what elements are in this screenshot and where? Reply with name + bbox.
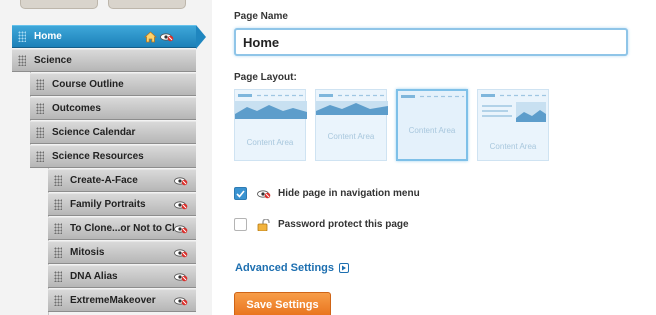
- sidebar-item-label: Science Calendar: [52, 127, 136, 138]
- page-name-input[interactable]: [234, 28, 628, 56]
- layout-thumbnail-icon: [481, 94, 546, 122]
- drag-handle-icon[interactable]: [54, 271, 62, 282]
- hidden-eye-icon[interactable]: [174, 176, 188, 186]
- sidebar-item-family-portraits[interactable]: Family Portraits: [48, 193, 196, 216]
- layout-option-2[interactable]: Content Area: [315, 89, 388, 161]
- advanced-settings-label: Advanced Settings: [235, 262, 335, 274]
- drag-handle-icon[interactable]: [18, 31, 26, 42]
- sidebar-item-extrememakeover[interactable]: ExtremeMakeover: [48, 289, 196, 312]
- hidden-eye-icon: [257, 189, 271, 198]
- selected-arrow-indicator: [196, 25, 206, 49]
- arrow-right-icon: [339, 263, 350, 273]
- page-tree-sidebar: Home Science Course Outline Outcomes Sci…: [0, 0, 212, 315]
- drag-handle-icon[interactable]: [36, 127, 44, 138]
- hidden-eye-icon[interactable]: [174, 296, 188, 306]
- checkmark-icon: [236, 189, 245, 198]
- drag-handle-icon[interactable]: [54, 199, 62, 210]
- content-area-label: Content Area: [489, 142, 537, 151]
- sidebar-item-label: Home: [34, 31, 62, 42]
- hidden-eye-icon[interactable]: [174, 200, 188, 210]
- sidebar-top-tab[interactable]: [108, 0, 186, 9]
- sidebar-top-tab[interactable]: [20, 0, 98, 9]
- hide-page-checkbox[interactable]: [234, 187, 247, 200]
- sidebar-item-home[interactable]: Home: [12, 25, 196, 48]
- sidebar-item-label: DNA Alias: [70, 271, 118, 282]
- hidden-eye-icon[interactable]: [160, 32, 174, 42]
- hidden-eye-icon[interactable]: [174, 248, 188, 258]
- password-checkbox[interactable]: [234, 218, 247, 231]
- drag-handle-icon[interactable]: [54, 223, 62, 234]
- sidebar-item-outcomes[interactable]: Outcomes: [30, 97, 196, 120]
- hide-page-option: Hide page in navigation menu: [234, 187, 420, 200]
- drag-handle-icon[interactable]: [36, 103, 44, 114]
- page-name-label: Page Name: [234, 11, 288, 22]
- sidebar-item-create-a-face[interactable]: Create-A-Face: [48, 169, 196, 192]
- home-icon: [144, 30, 157, 42]
- drag-handle-icon[interactable]: [54, 295, 62, 306]
- sidebar-item-label: To Clone...or Not to Clone: [70, 223, 174, 234]
- layout-option-1[interactable]: Content Area: [234, 89, 307, 161]
- hidden-eye-icon[interactable]: [174, 224, 188, 234]
- sidebar-item-label: Mitosis: [70, 247, 105, 258]
- sidebar-item-label: Outcomes: [52, 103, 101, 114]
- layout-thumbnail-icon: [235, 94, 307, 119]
- page-layout-label: Page Layout:: [234, 72, 297, 83]
- sidebar-item-label: Family Portraits: [70, 199, 146, 210]
- lock-icon: [257, 218, 270, 231]
- sidebar-item-science-resources[interactable]: Science Resources: [30, 145, 196, 168]
- layout-option-3[interactable]: Content Area: [396, 89, 468, 161]
- hide-page-label: Hide page in navigation menu: [278, 188, 420, 199]
- sidebar-item-to-clone[interactable]: To Clone...or Not to Clone: [48, 217, 196, 240]
- sidebar-item-science-calendar[interactable]: Science Calendar: [30, 121, 196, 144]
- drag-handle-icon[interactable]: [54, 247, 62, 258]
- sidebar-item-science[interactable]: Science: [12, 49, 196, 72]
- layout-thumbnail-icon: [316, 94, 388, 115]
- content-area-label: Content Area: [327, 132, 375, 141]
- sidebar-item-label: Science: [34, 55, 72, 66]
- hidden-eye-icon[interactable]: [174, 272, 188, 282]
- layout-option-4[interactable]: Content Area: [477, 89, 549, 161]
- drag-handle-icon[interactable]: [18, 55, 26, 66]
- password-option: Password protect this page: [234, 218, 409, 231]
- password-label: Password protect this page: [278, 219, 409, 230]
- drag-handle-icon[interactable]: [36, 151, 44, 162]
- sidebar-item-dna-alias[interactable]: DNA Alias: [48, 265, 196, 288]
- drag-handle-icon[interactable]: [54, 175, 62, 186]
- save-settings-button[interactable]: Save Settings: [234, 292, 331, 315]
- content-area-label: Content Area: [246, 138, 294, 147]
- drag-handle-icon[interactable]: [36, 79, 44, 90]
- sidebar-item-mitosis[interactable]: Mitosis: [48, 241, 196, 264]
- content-area-label: Content Area: [408, 126, 456, 135]
- sidebar-item-label: Science Resources: [52, 151, 144, 162]
- advanced-settings-link[interactable]: Advanced Settings: [235, 262, 350, 274]
- sidebar-item-course-outline[interactable]: Course Outline: [30, 73, 196, 96]
- sidebar-item-label: Course Outline: [52, 79, 124, 90]
- sidebar-item-label: Create-A-Face: [70, 175, 138, 186]
- sidebar-item-label: ExtremeMakeover: [70, 295, 156, 306]
